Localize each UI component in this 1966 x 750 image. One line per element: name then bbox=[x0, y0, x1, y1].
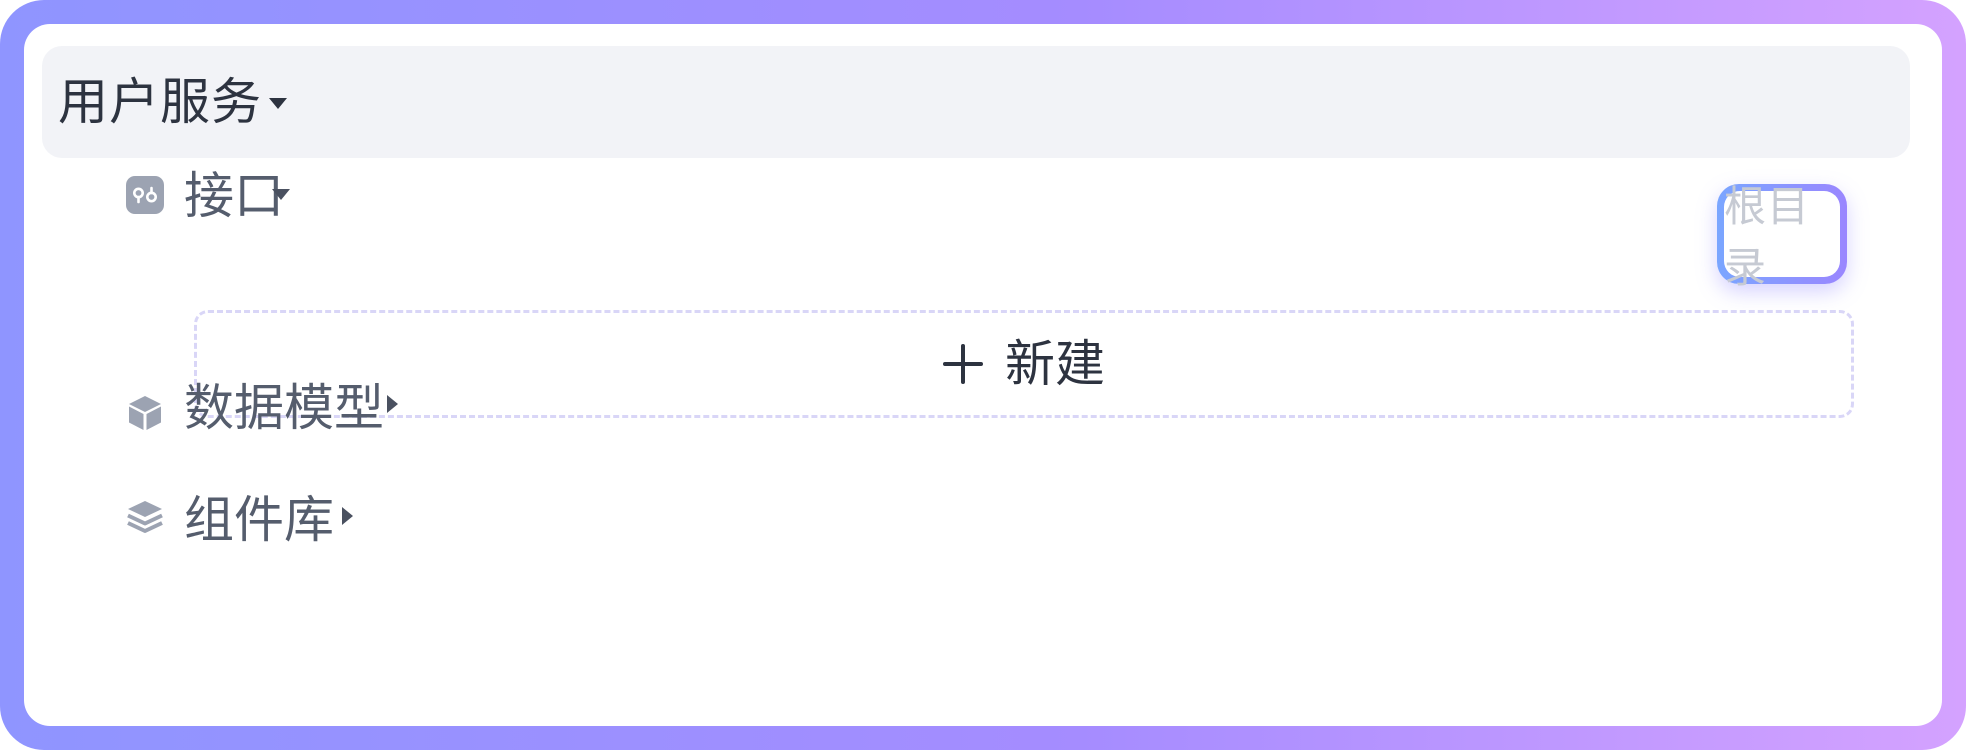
tree-item-label: 数据模型 bbox=[184, 379, 384, 437]
tree-item-label: 接口 bbox=[184, 167, 284, 225]
cube-icon bbox=[129, 396, 161, 430]
tree-item-label: 组件库 bbox=[184, 491, 334, 549]
layers-icon bbox=[127, 501, 163, 533]
chevron-right-icon[interactable] bbox=[342, 507, 353, 525]
chevron-down-icon[interactable] bbox=[269, 98, 287, 109]
chevron-down-icon[interactable] bbox=[272, 189, 290, 200]
directory-panel: 用户服务 接口 根目录 新建 数据模型 组件库 bbox=[24, 24, 1942, 726]
service-title: 用户服务 bbox=[58, 73, 262, 131]
root-directory-tag-inner: 根目录 bbox=[1724, 182, 1840, 292]
new-item-button[interactable]: 新建 bbox=[194, 310, 1854, 418]
root-directory-label: 根目录 bbox=[1724, 182, 1811, 292]
chevron-right-icon[interactable] bbox=[387, 395, 398, 413]
plus-icon bbox=[943, 344, 983, 384]
api-icon bbox=[126, 176, 164, 214]
window-frame: 用户服务 接口 根目录 新建 数据模型 组件库 bbox=[0, 0, 1966, 750]
service-header[interactable]: 用户服务 bbox=[42, 46, 1910, 158]
new-item-label: 新建 bbox=[1005, 335, 1105, 393]
root-directory-tag[interactable]: 根目录 bbox=[1717, 182, 1847, 292]
